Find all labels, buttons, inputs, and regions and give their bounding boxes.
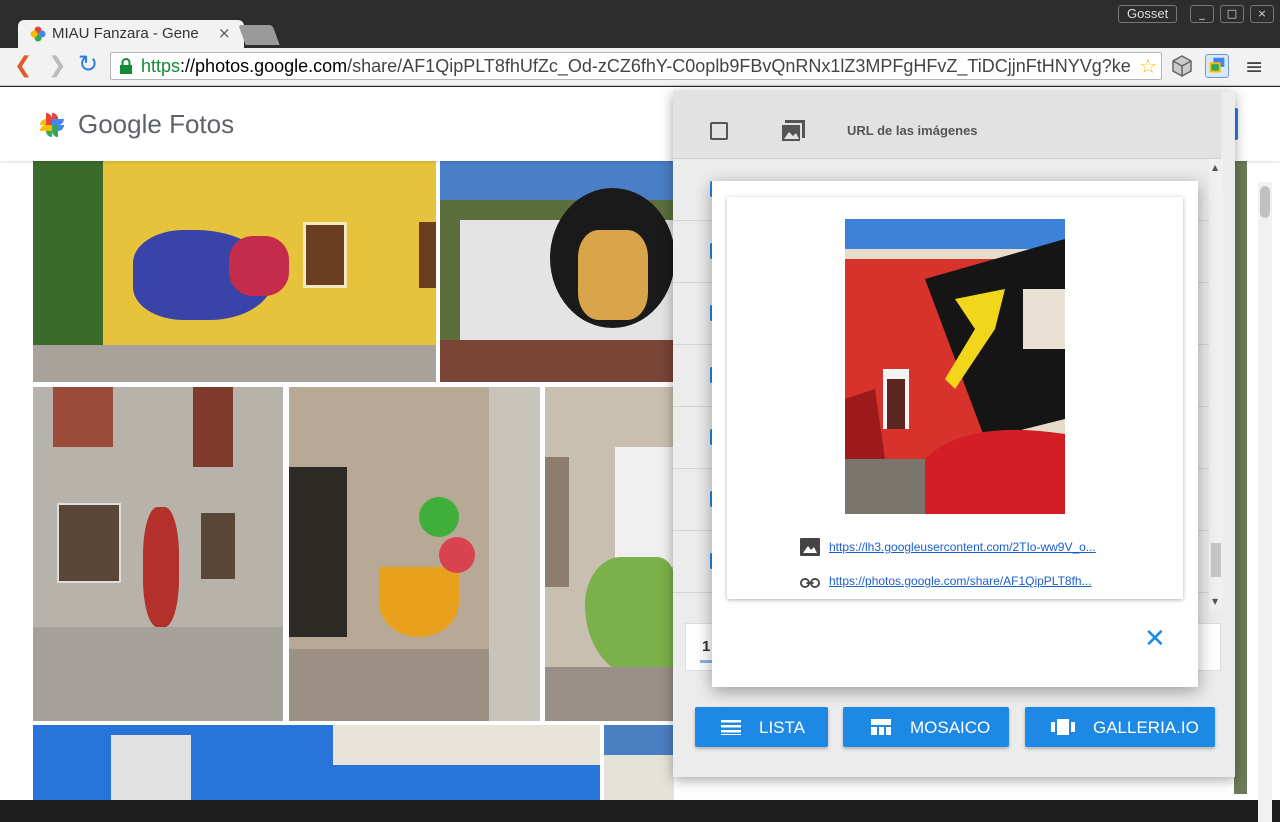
tab-strip: MIAU Fanzara - Gene × Gosset _ □ × [0,0,1280,48]
carousel-icon [1051,719,1075,735]
forward-icon[interactable]: ❯ [48,55,66,77]
photo-mural-fruits[interactable] [289,387,540,721]
address-bar[interactable]: https://photos.google.com/share/AF1QipPL… [110,52,1162,80]
image-icon [800,538,820,556]
page-number[interactable]: 1 [702,638,710,655]
link-icon [800,578,820,588]
close-preview-icon[interactable]: ✕ [1144,626,1166,652]
close-window-button[interactable]: × [1250,5,1274,23]
brand-google: Google [78,109,162,139]
photo-mural-miau[interactable] [33,387,283,721]
mosaic-icon [871,719,891,735]
popup-table-header: URL de las imágenes [673,91,1221,159]
image-url-link[interactable]: https://lh3.googleusercontent.com/2TIo-w… [829,540,1096,554]
photo-mural-window[interactable] [545,387,675,721]
image-preview-dialog: https://lh3.googleusercontent.com/2TIo-w… [712,181,1198,687]
image-url-extension-icon[interactable] [1205,54,1229,78]
preview-card: https://lh3.googleusercontent.com/2TIo-w… [727,197,1183,599]
list-icon [721,720,741,735]
back-icon[interactable]: ❮ [14,55,32,77]
preview-image[interactable] [845,219,1065,514]
cube-extension-icon[interactable] [1170,54,1194,78]
google-photos-logo-icon [40,113,64,137]
share-url-link[interactable]: https://photos.google.com/share/AF1QipPL… [829,574,1092,588]
browser-toolbar: ❮ ❯ ↻ https://photos.google.com/share/AF… [0,48,1280,86]
select-all-checkbox[interactable] [710,122,728,140]
maximize-button[interactable]: □ [1220,5,1244,23]
galleria-button[interactable]: GALLERIA.IO [1025,707,1215,747]
google-photos-favicon-icon [30,26,46,42]
photo-mural-tube[interactable] [33,160,436,382]
tab-close-icon[interactable]: × [218,24,231,42]
lista-label: LISTA [759,718,805,737]
photo-right-edge[interactable] [1234,160,1247,794]
mosaico-button[interactable]: MOSAICO [843,707,1009,747]
lista-button[interactable]: LISTA [695,707,828,747]
photo-partial-bottom[interactable] [604,725,674,800]
galleria-label: GALLERIA.IO [1093,718,1199,737]
url-separator: :// [180,56,196,76]
tab-title: MIAU Fanzara - Gene [52,25,199,42]
google-photos-brand: Google Fotos [78,109,234,140]
minimize-button[interactable]: _ [1190,5,1214,23]
scroll-up-icon[interactable]: ▲ [1212,163,1218,172]
url-text: https://photos.google.com/share/AF1QipPL… [141,56,1133,77]
scroll-down-icon[interactable]: ▼ [1212,597,1218,606]
profile-user-button[interactable]: Gosset [1118,5,1178,23]
image-column-icon [781,120,805,142]
bookmark-star-icon[interactable]: ☆ [1139,54,1157,78]
url-scheme: https [141,56,181,76]
url-host: photos.google.com [195,56,348,76]
tab-miau-fanzara[interactable]: MIAU Fanzara - Gene × [18,20,244,48]
page-scrollbar[interactable] [1258,182,1272,822]
new-tab-button[interactable] [238,25,280,45]
image-urls-column-header: URL de las imágenes [847,123,978,138]
popup-scrollbar-thumb[interactable] [1211,543,1221,577]
url-path: /share/AF1QipPLT8fhUfZc_Od-zCZ6fhY-C0opl… [347,56,1131,76]
chrome-menu-icon[interactable]: ≡ [1245,55,1263,80]
brand-fotos: Fotos [169,109,235,139]
browser-window: MIAU Fanzara - Gene × Gosset _ □ × ❮ ❯ ↻… [0,0,1280,822]
page-scrollbar-thumb[interactable] [1260,186,1270,218]
mosaico-label: MOSAICO [910,718,991,737]
reload-icon[interactable]: ↻ [78,52,98,76]
lock-icon [120,58,132,74]
photo-blue-sky-house[interactable] [33,725,600,800]
photo-mural-fist[interactable] [440,160,675,382]
popup-scrollbar[interactable]: ▲ ▼ [1209,159,1223,611]
